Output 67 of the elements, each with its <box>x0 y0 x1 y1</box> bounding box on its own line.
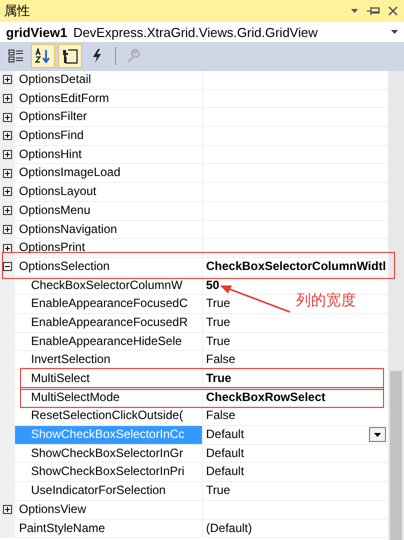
panel-title: 属性 <box>4 3 30 20</box>
property-name[interactable]: OptionsFilter <box>15 108 203 126</box>
pin-icon[interactable] <box>367 6 380 16</box>
property-value: Default <box>206 444 244 462</box>
property-name[interactable]: OptionsDetail <box>15 71 203 89</box>
object-name: gridView1 <box>6 24 68 40</box>
expand-icon[interactable] <box>3 131 12 140</box>
property-name[interactable]: OptionsPrint <box>15 239 203 257</box>
property-name[interactable]: CheckBoxSelectorColumnW <box>15 276 203 294</box>
property-value: True <box>206 295 230 312</box>
property-value: CheckBoxSelectorColumnWidtl <box>206 258 386 275</box>
property-name[interactable]: OptionsFind <box>15 127 203 145</box>
property-value: False <box>206 407 236 424</box>
property-name[interactable]: MultiSelectMode <box>15 388 203 406</box>
property-value: True <box>206 482 230 500</box>
property-name[interactable]: PaintStyleName <box>15 520 203 538</box>
annotation-text: 列的宽度 <box>296 290 356 310</box>
property-name[interactable]: EnableAppearanceHideSele <box>15 332 203 350</box>
expand-icon[interactable] <box>3 187 12 196</box>
dropdown-button[interactable] <box>369 427 386 442</box>
property-name[interactable]: OptionsEditForm <box>15 90 203 108</box>
expand-icon[interactable] <box>3 112 12 122</box>
scrollbar[interactable] <box>388 71 404 540</box>
expand-icon[interactable] <box>3 244 12 253</box>
property-value: True <box>206 314 230 331</box>
caret-icon <box>374 432 381 437</box>
property-name[interactable]: UseIndicatorForSelection <box>15 482 203 500</box>
expand-icon[interactable] <box>3 168 12 178</box>
property-name[interactable]: InvertSelection <box>15 351 203 369</box>
expand-icon[interactable] <box>3 206 12 216</box>
expand-icon[interactable] <box>3 224 12 234</box>
property-name[interactable]: OptionsImageLoad <box>15 164 203 182</box>
property-name[interactable]: OptionsView <box>15 500 203 518</box>
caret-icon[interactable] <box>391 30 398 34</box>
collapse-icon[interactable] <box>3 262 12 272</box>
expand-icon[interactable] <box>3 505 12 514</box>
property-name[interactable]: EnableAppearanceFocusedC <box>15 295 203 313</box>
dropdown-icon[interactable] <box>350 8 359 14</box>
property-name[interactable]: OptionsSelection <box>15 258 203 276</box>
list-icon <box>8 48 24 64</box>
property-name[interactable]: OptionsLayout <box>15 183 203 201</box>
property-name[interactable]: ResetSelectionClickOutside( <box>15 407 203 426</box>
property-value: False <box>206 351 236 368</box>
properties-button[interactable] <box>58 44 82 68</box>
object-type: DevExpress.XtraGrid.Views.Grid.GridView <box>73 24 319 40</box>
property-name[interactable]: ShowCheckBoxSelectorInPri <box>15 463 203 482</box>
expand-icon[interactable] <box>3 150 12 160</box>
property-name[interactable]: EnableAppearanceFocusedR <box>15 314 203 332</box>
property-value: (Default) <box>206 520 252 536</box>
scrollbar-thumb[interactable] <box>390 371 402 540</box>
property-value: True <box>206 370 232 387</box>
property-value: Default <box>206 463 244 480</box>
property-name[interactable]: OptionsNavigation <box>15 220 203 238</box>
property-name[interactable]: OptionsHint <box>15 146 203 164</box>
property-value: True <box>206 332 230 350</box>
sort-icon <box>35 48 51 64</box>
property-name[interactable]: OptionsMenu <box>15 202 203 220</box>
property-value: 50 <box>206 276 220 294</box>
close-icon[interactable] <box>388 6 398 16</box>
page-icon <box>62 48 78 64</box>
property-name[interactable]: MultiSelect <box>15 370 203 388</box>
alphabetical-button[interactable] <box>31 44 55 68</box>
property-value: Default <box>206 426 244 444</box>
property-name[interactable]: ShowCheckBoxSelectorInGr <box>15 444 203 462</box>
expand-icon[interactable] <box>3 75 12 84</box>
property-value: CheckBoxRowSelect <box>206 388 326 406</box>
expand-icon[interactable] <box>3 94 12 104</box>
